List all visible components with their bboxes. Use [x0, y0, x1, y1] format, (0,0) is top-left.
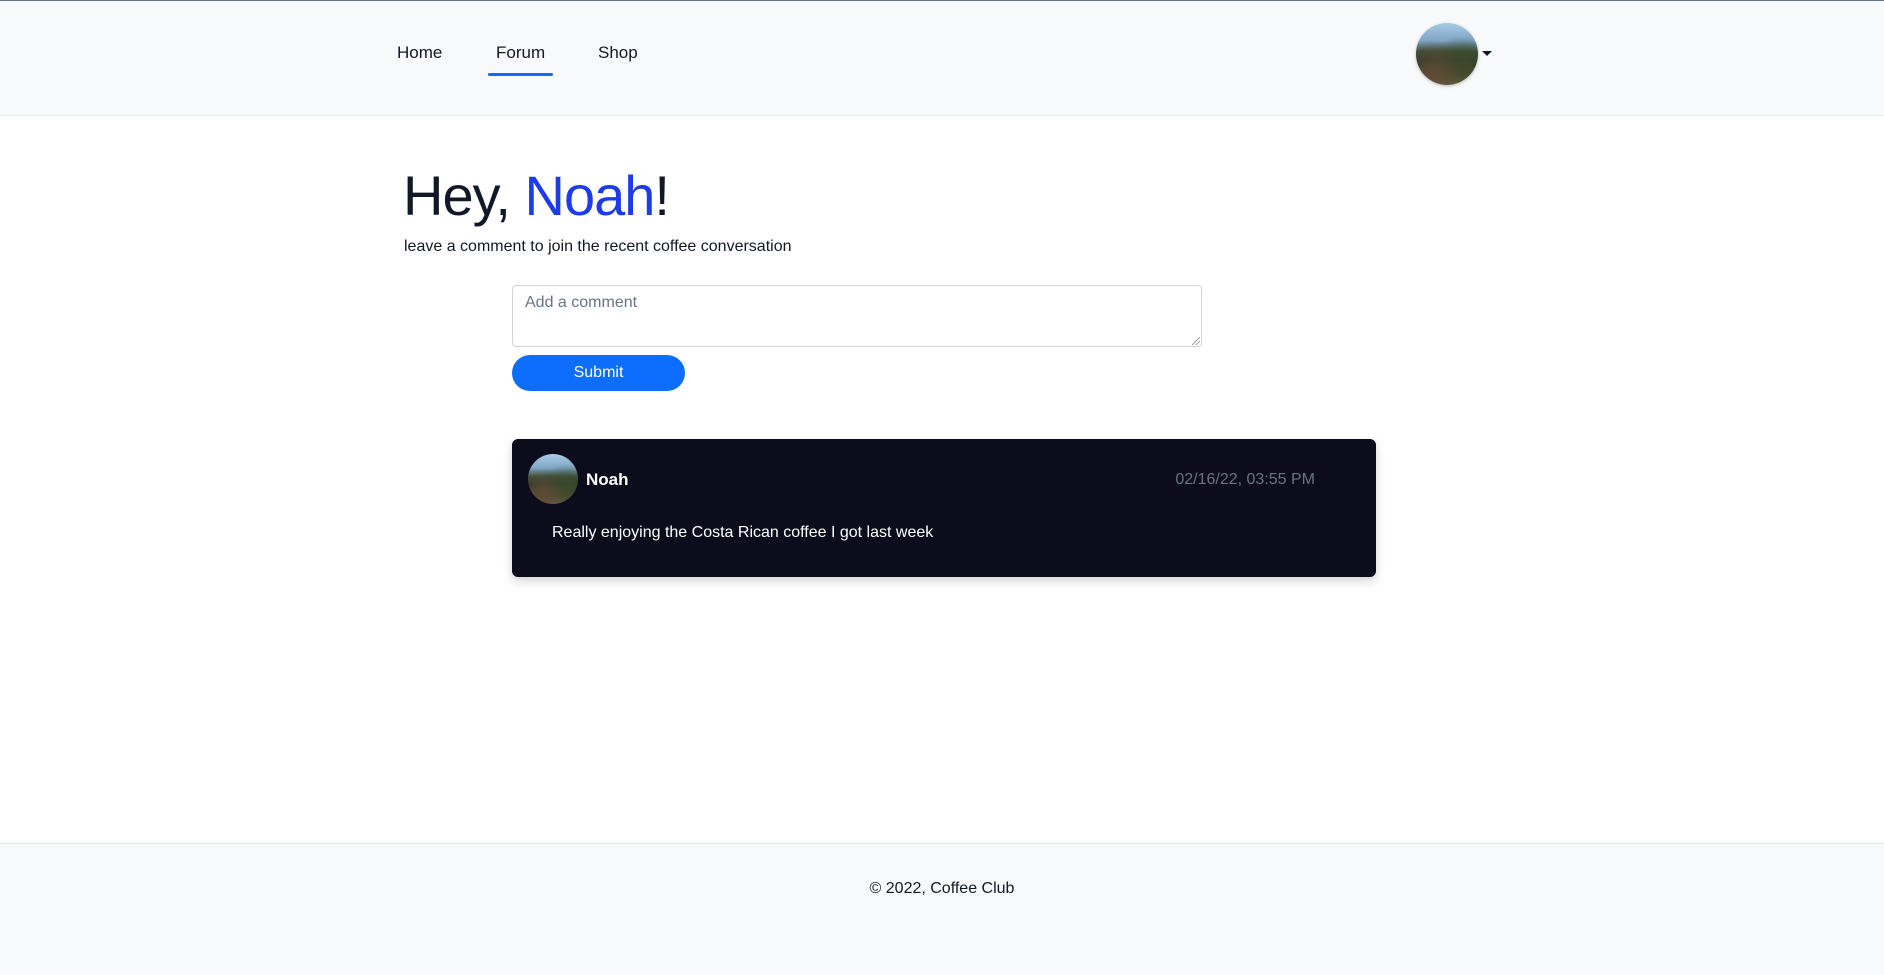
page: Home Forum Shop Hey, Noah! leave a comme…: [0, 0, 1884, 975]
greeting-suffix: !: [654, 164, 670, 227]
greeting-subtitle: leave a comment to join the recent coffe…: [404, 238, 792, 255]
greeting-prefix: Hey,: [403, 164, 525, 227]
resize-handle-icon[interactable]: [1192, 337, 1200, 345]
comment-text: Really enjoying the Costa Rican coffee I…: [552, 524, 934, 541]
comment-card: Noah 02/16/22, 03:55 PM Really enjoying …: [512, 439, 1376, 577]
footer: © 2022, Coffee Club: [0, 843, 1884, 975]
footer-copyright: © 2022, Coffee Club: [869, 880, 1015, 897]
user-avatar: [1416, 23, 1478, 85]
nav-link-shop[interactable]: Shop: [598, 41, 638, 77]
greeting-user-name: Noah: [524, 164, 656, 227]
submit-button[interactable]: Submit: [512, 355, 685, 391]
comment-timestamp: 02/16/22, 03:55 PM: [1175, 471, 1315, 488]
nav-link-forum[interactable]: Forum: [488, 41, 554, 77]
nav-link-home[interactable]: Home: [397, 41, 442, 77]
nav-link-forum-label: Forum: [496, 43, 546, 62]
comment-author-avatar: [528, 454, 578, 504]
top-navbar: Home Forum Shop: [0, 0, 1884, 116]
greeting-heading: Hey, Noah!: [403, 164, 670, 228]
active-nav-indicator: [488, 73, 554, 76]
user-menu-toggle[interactable]: [1416, 23, 1492, 87]
comment-input[interactable]: [512, 285, 1202, 347]
comment-author: Noah: [586, 470, 629, 489]
chevron-down-icon: [1482, 51, 1492, 56]
